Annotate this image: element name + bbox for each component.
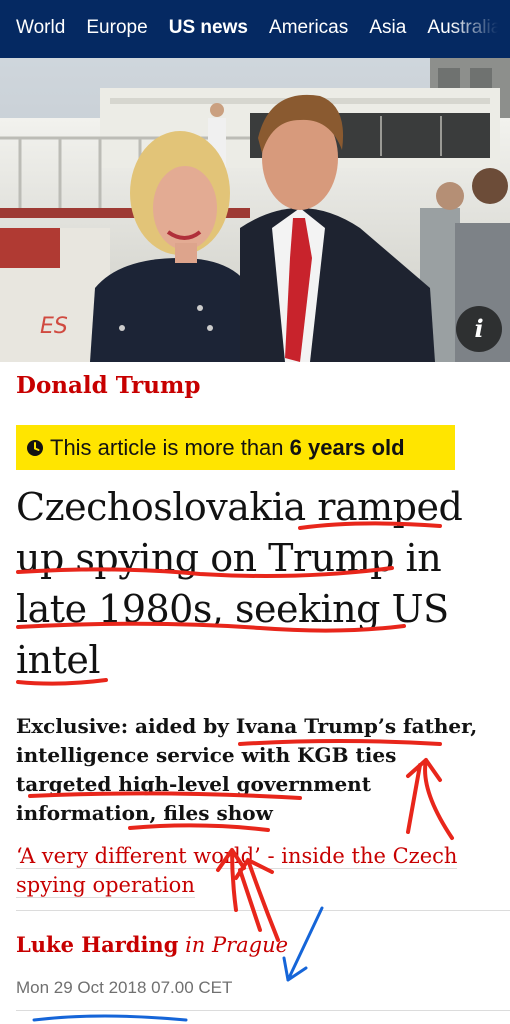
underline-date [32, 1014, 188, 1022]
divider [16, 910, 510, 911]
nav-item-us-news[interactable]: US news [169, 16, 248, 40]
byline: Luke Harding in Prague [16, 932, 288, 957]
related-article-link[interactable]: ‘A very different world’ - inside the Cz… [16, 842, 496, 900]
age-notice-emphasis: 6 years old [289, 435, 405, 460]
nav-item-europe[interactable]: Europe [86, 16, 147, 40]
section-kicker-link[interactable]: Donald Trump [16, 372, 200, 399]
related-article-text[interactable]: ‘A very different world’ - inside the Cz… [16, 844, 458, 898]
age-notice-prefix: This article is more than [50, 435, 290, 460]
nav-fade-overlay [450, 0, 510, 58]
boat-lettering: ES [40, 314, 68, 339]
byline-location: in Prague [185, 933, 289, 957]
publish-date: Mon 29 Oct 2018 07.00 CET [16, 978, 233, 997]
image-info-button[interactable]: i [456, 306, 502, 352]
nav-item-americas[interactable]: Americas [269, 16, 348, 40]
article-headline: Czechoslovakia ramped up spying on Trump… [16, 485, 463, 682]
arrow-byline [282, 906, 324, 982]
top-nav: World Europe US news Americas Asia Austr… [0, 0, 510, 58]
nav-item-asia[interactable]: Asia [369, 16, 406, 40]
hero-photo: ES [0, 58, 510, 362]
article-standfirst: Exclusive: aided by Ivana Trump’s father… [16, 714, 478, 825]
nav-item-world[interactable]: World [16, 16, 65, 40]
author-name-link[interactable]: Luke Harding [16, 932, 178, 957]
hero-image: ES [0, 58, 510, 362]
clock-icon [26, 427, 44, 472]
article-age-banner: This article is more than 6 years old [16, 425, 455, 470]
nav-items: World Europe US news Americas Asia Austr… [16, 16, 510, 40]
divider [16, 1010, 510, 1011]
